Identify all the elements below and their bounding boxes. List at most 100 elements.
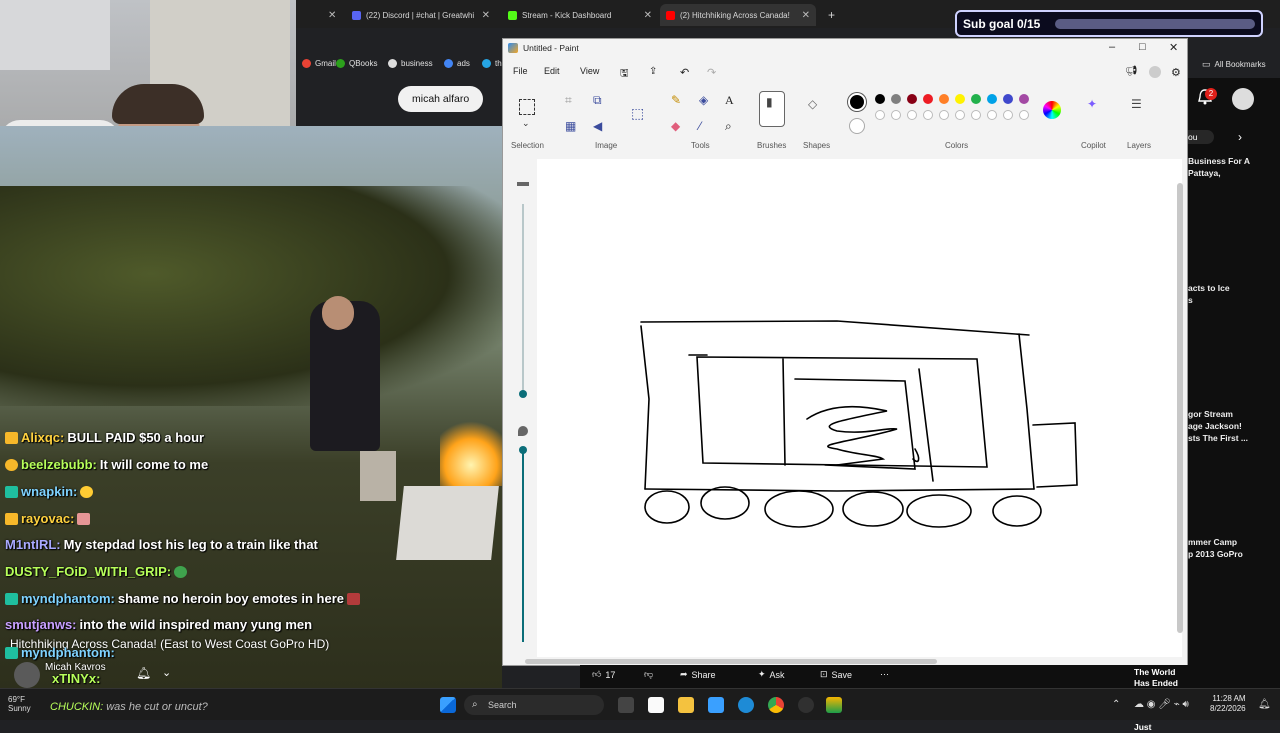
task-view-icon[interactable] [618,697,634,713]
color-picker-icon[interactable]: ⁄ [699,119,701,133]
pencil-icon[interactable]: ✎ [671,93,681,107]
notepad-icon[interactable] [648,697,664,713]
taskbar-search-box[interactable]: Search [464,695,604,715]
notification-center-icon[interactable]: 🔔︎ [1258,699,1271,710]
close-tab-icon[interactable]: ✕ [482,10,490,21]
save-button[interactable]: ⊡ Save [820,669,852,680]
rec-title[interactable]: s [1188,295,1193,306]
weather-widget[interactable]: 69°F Sunny [8,695,31,713]
tab-youtube-active[interactable]: (2) Hitchhiking Across Canada! ✕ [660,4,816,26]
color-swatch[interactable] [939,94,949,104]
bell-icon[interactable]: 🔔︎ [136,666,154,684]
color-swatch[interactable] [923,94,933,104]
rec-title[interactable]: Business For A [1188,156,1250,167]
shapes-icon[interactable]: ◇ [808,97,817,111]
magnifier-icon[interactable]: ⌕ [725,119,732,134]
color-swatch[interactable] [891,94,901,104]
account-icon[interactable] [1149,66,1161,78]
tray-chevron-icon[interactable]: ⌃ [1112,699,1120,710]
fill-bucket-icon[interactable]: ◈ [699,93,708,107]
color-swatch[interactable] [987,94,997,104]
avatar[interactable] [1232,88,1254,110]
more-actions-button[interactable]: ⋯ [880,669,889,680]
resize-icon[interactable]: ⧉ [593,93,602,108]
bookmark-th[interactable]: th [482,59,502,68]
close-tab-icon[interactable]: ✕ [322,4,336,26]
color-swatch[interactable] [907,110,917,120]
share-icon[interactable]: ⇪ [649,66,657,77]
minimize-button[interactable]: – [1109,41,1115,53]
eraser-icon[interactable]: ◆ [671,119,680,133]
all-bookmarks-button[interactable]: ▭ All Bookmarks [1202,59,1266,70]
channel-avatar[interactable] [14,662,40,688]
color-swatch[interactable] [939,110,949,120]
opacity-thumb[interactable] [519,446,527,454]
remove-background-icon[interactable]: ⬚ [631,105,644,122]
primary-color-swatch[interactable] [848,93,866,111]
layers-icon[interactable]: ☰ [1131,97,1142,111]
copilot-icon[interactable]: ✦ [1087,97,1097,111]
ask-button[interactable]: ✦ Ask [758,669,785,680]
bookmark-gmail[interactable]: Gmail [302,59,336,68]
menu-edit[interactable]: Edit [544,66,560,76]
color-swatch[interactable] [923,110,933,120]
color-swatch[interactable] [955,110,965,120]
calculator-icon[interactable] [708,697,724,713]
horizontal-scrollbar[interactable] [525,659,937,664]
obs-icon[interactable] [798,697,814,713]
edge-icon[interactable] [738,697,754,713]
color-swatch[interactable] [1019,94,1029,104]
menu-file[interactable]: File [513,66,528,76]
text-tool-icon[interactable]: A [725,93,734,108]
file-explorer-icon[interactable] [678,697,694,713]
color-swatch[interactable] [1003,94,1013,104]
tab-kick[interactable]: Stream - Kick Dashboard ✕ [502,4,658,26]
chevron-right-icon[interactable]: › [1238,130,1242,144]
rec-title[interactable]: sts The First ... [1188,433,1248,444]
share-button[interactable]: ➦ Share [680,669,716,680]
announce-icon[interactable]: 📢︎ [1125,66,1138,77]
windows-start-icon[interactable] [440,697,456,713]
settings-gear-icon[interactable]: ⚙ [1171,66,1181,79]
bookmark-qbooks[interactable]: QBooks [336,59,377,68]
redo-icon[interactable]: ↷ [707,66,716,79]
drawing-canvas[interactable] [537,159,1182,657]
color-swatch[interactable] [875,110,885,120]
selection-rectangle-icon[interactable] [519,99,535,115]
color-swatch[interactable] [907,94,917,104]
chevron-down-icon[interactable]: ⌄ [162,666,171,679]
color-swatch[interactable] [987,110,997,120]
secondary-color-swatch[interactable] [849,118,865,134]
menu-view[interactable]: View [580,66,599,76]
color-swatch[interactable] [971,110,981,120]
rec-title[interactable]: Pattaya, [1188,168,1221,179]
dislike-button[interactable]: 👎︎ [644,669,653,680]
tab-discord[interactable]: (22) Discord | #chat | Greatwhi ✕ [346,4,496,26]
save-icon[interactable]: 🖫 [620,66,629,83]
rec-title[interactable]: p 2013 GoPro [1188,549,1243,560]
rec-title[interactable]: acts to Ice [1188,283,1230,294]
rotate-icon[interactable]: ◀ [593,119,602,133]
rec-title[interactable]: gor Stream [1188,409,1233,420]
vertical-scrollbar[interactable] [1177,183,1183,633]
color-swatch[interactable] [955,94,965,104]
undo-icon[interactable]: ↶ [680,66,689,79]
like-button[interactable]: 👍︎ 17 [592,669,615,680]
maximize-button[interactable]: □ [1139,41,1146,53]
color-swatch[interactable] [875,94,885,104]
search-query-chip[interactable]: micah alfaro [398,86,484,112]
chrome-icon[interactable] [768,697,784,713]
selection-chevron-icon[interactable]: ⌄ [522,118,530,129]
clock[interactable]: 11:28 AM 8/22/2026 [1210,694,1246,714]
tray-icons[interactable]: ☁ ◉ 🎤︎ ⌁ 🔊︎ [1134,699,1189,710]
close-button[interactable]: ✕ [1169,41,1178,54]
color-swatch[interactable] [891,110,901,120]
color-swatch[interactable] [1019,110,1029,120]
brush-size-slider[interactable] [515,174,531,644]
color-swatch[interactable] [971,94,981,104]
close-tab-icon[interactable]: ✕ [802,10,810,21]
close-tab-icon[interactable]: ✕ [644,10,652,21]
app-icon[interactable] [826,697,842,713]
bookmark-ads[interactable]: ads [444,59,470,68]
bookmark-business[interactable]: business [388,59,433,68]
